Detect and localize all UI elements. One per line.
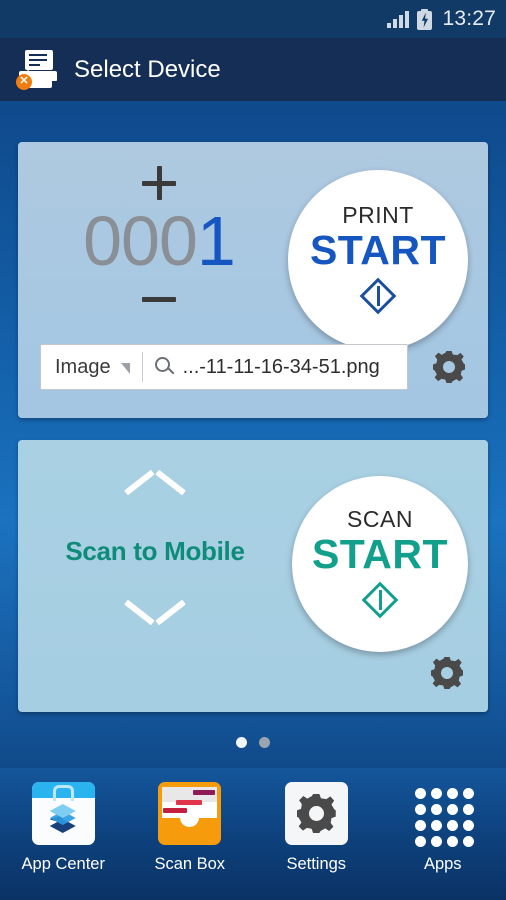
- error-badge: ✕: [16, 73, 32, 90]
- file-selector-row: Image ...-11-11-16-34-51.png: [40, 344, 408, 390]
- scan-settings-gear-icon[interactable]: [428, 654, 466, 692]
- scan-start-label: START: [311, 530, 449, 577]
- file-type-label: Image: [55, 355, 111, 378]
- battery-charging-icon: [417, 8, 433, 30]
- signal-bars-icon: [387, 10, 410, 28]
- scan-destination-label: Scan to Mobile: [65, 536, 245, 566]
- file-type-dropdown[interactable]: Image: [41, 345, 142, 389]
- nav-label-settings: Settings: [286, 855, 347, 873]
- file-search-input[interactable]: ...-11-11-16-34-51.png: [143, 345, 407, 389]
- nav-item-apps[interactable]: Apps: [380, 782, 506, 874]
- selected-file-name: ...-11-11-16-34-51.png: [182, 355, 380, 378]
- decrement-copies-button[interactable]: [70, 282, 248, 316]
- scan-card: Scan to Mobile SCAN START: [18, 440, 488, 712]
- page-dot-2[interactable]: [259, 737, 270, 748]
- status-bar: 13:27: [0, 0, 506, 38]
- app-header[interactable]: ✕ Select Device: [0, 38, 506, 101]
- copy-count-active: 1: [196, 202, 236, 280]
- nav-label-app-center: App Center: [21, 855, 105, 873]
- printer-error-icon: ✕: [16, 49, 60, 90]
- print-start-label: START: [309, 226, 447, 273]
- scan-destination-selector: Scan to Mobile: [40, 484, 270, 623]
- page-title: Select Device: [74, 55, 221, 83]
- scan-start-button[interactable]: SCAN START: [292, 476, 468, 652]
- scan-box-icon: [158, 782, 222, 845]
- copy-counter: 0001: [70, 166, 248, 316]
- page-indicator: [0, 737, 506, 748]
- increment-copies-button[interactable]: [70, 166, 248, 200]
- print-card: 0001 PRINT START Image ...-11-11-16-34-5…: [18, 142, 488, 418]
- nav-item-scan-box[interactable]: Scan Box: [127, 782, 254, 874]
- nav-item-app-center[interactable]: App Center: [0, 782, 127, 874]
- print-start-button[interactable]: PRINT START: [288, 170, 468, 350]
- copy-count-inactive: 000: [83, 202, 198, 280]
- nav-label-scan-box: Scan Box: [154, 855, 226, 873]
- print-start-sublabel: PRINT: [342, 201, 414, 228]
- gear-icon: [284, 782, 348, 845]
- scan-start-sublabel: SCAN: [347, 505, 413, 532]
- chevron-up-icon[interactable]: [126, 484, 184, 514]
- power-diamond-icon: [360, 580, 400, 620]
- app-center-icon: [31, 782, 95, 845]
- caret-down-icon: [120, 363, 130, 374]
- copy-count-value: 0001: [70, 200, 248, 282]
- nav-label-apps: Apps: [423, 855, 462, 873]
- app-screen: 13:27 ✕ Select Device 0001 PRINT START I…: [0, 0, 506, 900]
- nav-item-settings[interactable]: Settings: [253, 782, 380, 874]
- print-settings-gear-icon[interactable]: [430, 348, 468, 386]
- search-icon: [154, 357, 175, 377]
- bottom-navigation: App Center Scan Box Settings Apps: [0, 768, 506, 900]
- power-diamond-icon: [358, 276, 398, 316]
- status-bar-clock: 13:27: [442, 7, 496, 30]
- page-dot-1[interactable]: [236, 737, 247, 748]
- chevron-down-icon[interactable]: [126, 593, 184, 623]
- apps-grid-icon: [411, 782, 475, 847]
